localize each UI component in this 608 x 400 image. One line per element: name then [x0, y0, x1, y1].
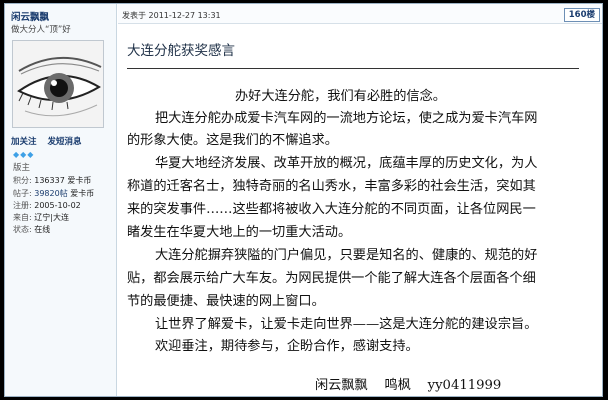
floor-number-badge[interactable]: 160楼	[563, 8, 600, 22]
post-line: 节的最便捷、最快速的网上窗口。	[127, 294, 325, 309]
post-header: 发表于 2011-12-27 13:31 160楼	[118, 4, 602, 24]
title-divider	[127, 68, 579, 69]
post-line: 贴，都会展示给广大车友。为网民提供一个能了解大连各个层面各个细	[127, 271, 536, 286]
user-signature: 做大分人“顶”好	[11, 25, 71, 35]
rank-gem-icons: ◆◆◆	[13, 150, 35, 159]
post-line: 的形象大使。这是我们的不懈追求。	[127, 133, 338, 148]
avatar-eye-image	[13, 41, 103, 127]
stat-status: 状态: 在线	[13, 225, 51, 234]
post-line: 大连分舵摒弃狭隘的门户偏见，只要是知名的、健康的、规范的好	[155, 248, 538, 263]
user-actions: 加关注 发短消息	[11, 135, 90, 147]
user-info-panel: 闲云飘飘 做大分人“顶”好 加关注 发短消息 ◆◆◆ 版主 积分: 136337	[5, 4, 117, 396]
forum-post-frame: 闲云飘飘 做大分人“顶”好 加关注 发短消息 ◆◆◆ 版主 积分: 136337	[4, 3, 603, 397]
stat-registered: 注册: 2005-10-02	[13, 201, 81, 210]
post-title: 大连分舵获奖感言	[127, 43, 235, 59]
post-line: 欢迎垂注，期待参与，企盼合作，感谢支持。	[155, 339, 419, 354]
post-line: 睹发生在华夏大地上的一切重大活动。	[127, 225, 352, 240]
post-signoff: 闲云飘飘 鸣枫 yy0411999	[315, 378, 502, 393]
post-line: 办好大连分舵，我们有必胜的信念。	[235, 89, 446, 104]
post-timestamp: 发表于 2011-12-27 13:31	[122, 11, 221, 20]
stat-points: 积分: 136337 爱卡币	[13, 176, 92, 185]
stat-posts: 帖子: 39820帖 爱卡币	[13, 189, 95, 198]
post-line: 来的突发事件……这些都将被收入大连分舵的不同页面，让各位网民一	[127, 202, 536, 217]
post-line: 华夏大地经济发展、改革开放的概况，底蕴丰厚的历史文化，为人	[155, 156, 538, 171]
post-line: 让世界了解爱卡，让爱卡走向世界——这是大连分舵的建设宗旨。	[155, 317, 538, 332]
post-line: 把大连分舵办成爱卡汽车网的一流地方论坛，使之成为爱卡汽车网	[155, 111, 538, 126]
username-link[interactable]: 闲云飘飘	[11, 9, 49, 23]
stat-location: 来自: 辽宁|大连	[13, 213, 69, 222]
send-message-button[interactable]: 发短消息	[47, 137, 81, 147]
avatar[interactable]	[12, 40, 104, 128]
user-rank: 版主	[13, 163, 31, 173]
post-line: 称道的迁客名士，独特奇丽的名山秀水，丰富多彩的社会生活，突如其	[127, 179, 536, 194]
posts-count-link[interactable]: 39820帖	[34, 189, 67, 198]
follow-button[interactable]: 加关注	[11, 137, 37, 147]
